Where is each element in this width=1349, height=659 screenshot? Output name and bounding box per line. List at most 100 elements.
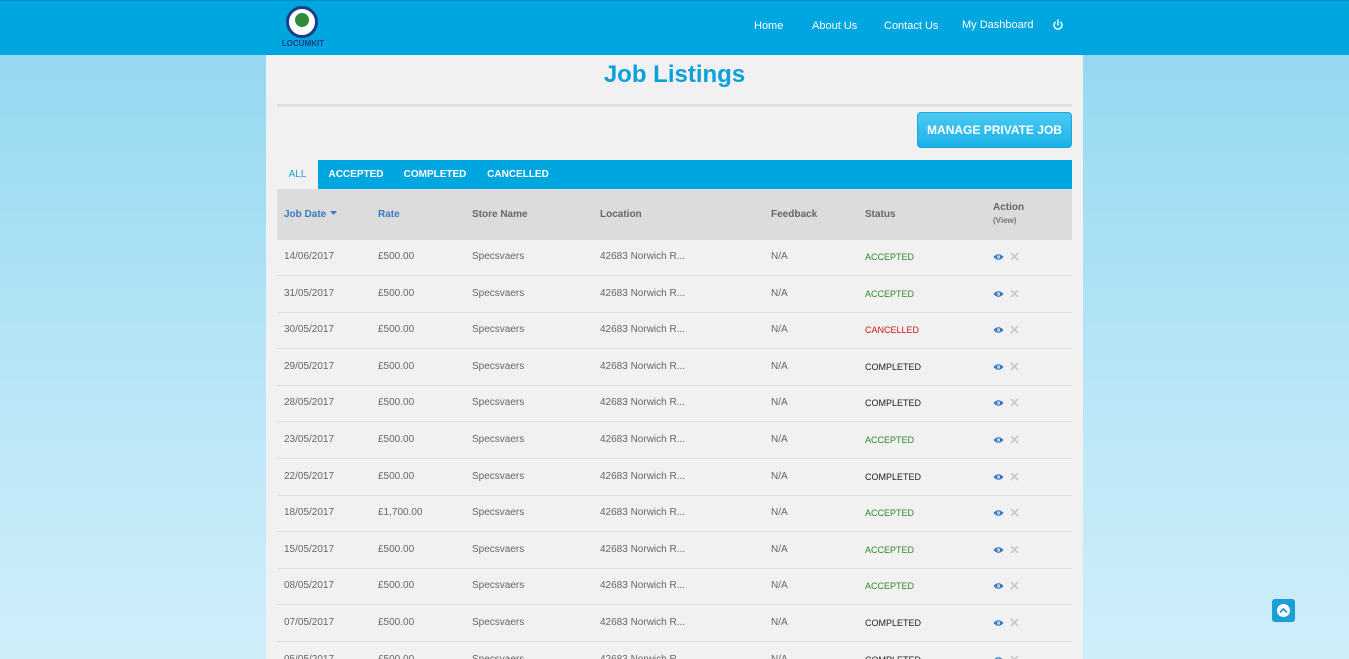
tab-completed[interactable]: COMPLETED — [401, 160, 469, 189]
eye-icon[interactable] — [993, 619, 1004, 627]
header-job-date-label: Job Date — [284, 209, 327, 220]
close-icon[interactable] — [1010, 545, 1019, 554]
cell-store-name: Specsvaers — [472, 360, 525, 372]
cell-location: 42683 Norwich R... — [600, 617, 686, 628]
header-job-date[interactable]: Job Date — [284, 209, 338, 220]
table-header: Job Date Rate Store Name Location Feedba… — [277, 189, 1072, 240]
close-icon[interactable] — [1010, 289, 1019, 298]
cell-store-name: Specsvaers — [472, 654, 524, 659]
cell-feedback: N/A — [771, 580, 788, 592]
cell-rate: £1,700.00 — [378, 507, 423, 519]
cell-store-name: Specsvaers — [472, 434, 525, 445]
cell-status: ACCEPTED — [865, 544, 915, 555]
eye-icon[interactable] — [993, 436, 1004, 444]
cell-job-date: 22/05/2017 — [284, 470, 335, 482]
cell-job-date: 14/06/2017 — [284, 251, 335, 262]
header-action-sub: (View) — [993, 216, 1017, 225]
nav-dashboard-link[interactable]: My Dashboard — [962, 19, 1034, 31]
cell-rate: £500.00 — [378, 360, 415, 372]
close-icon[interactable] — [1010, 252, 1019, 261]
tab-cancelled[interactable]: CANCELLED — [484, 160, 552, 189]
table-row: 28/05/2017 £500.00 Specsvaers 42683 Norwich… — [277, 386, 1072, 423]
nav-about-link[interactable]: About Us — [812, 20, 857, 32]
cell-rate: £500.00 — [378, 617, 415, 628]
cell-store-name: Specsvaers — [472, 287, 525, 299]
eye-icon[interactable] — [993, 582, 1004, 590]
close-icon[interactable] — [1010, 362, 1019, 371]
close-icon[interactable] — [1010, 398, 1019, 407]
nav-home-link[interactable]: Home — [754, 20, 783, 32]
cell-feedback: N/A — [771, 617, 788, 628]
eye-icon[interactable] — [993, 509, 1004, 517]
manage-private-job-button[interactable]: MANAGE PRIVATE JOB — [917, 112, 1072, 148]
close-icon[interactable] — [1010, 655, 1019, 659]
cell-status: ACCEPTED — [865, 435, 915, 445]
page-title: Job Listings — [603, 61, 746, 88]
close-icon[interactable] — [1010, 508, 1019, 517]
cell-job-date: 29/05/2017 — [284, 360, 335, 372]
eye-icon[interactable] — [993, 363, 1004, 371]
cell-job-date: 18/05/2017 — [284, 507, 335, 519]
header-rate[interactable]: Rate — [378, 209, 400, 220]
cell-job-date: 31/05/2017 — [284, 287, 335, 299]
table-row: 15/05/2017 £500.00 Specsvaers 42683 Norwich… — [277, 533, 1072, 569]
table-row: 07/05/2017 £500.00 Specsvaers 42683 Norwich… — [277, 606, 1072, 642]
status-tabs: ALL ACCEPTED COMPLETED CANCELLED — [277, 160, 1072, 189]
cell-status: COMPLETED — [865, 398, 922, 409]
cell-status: CANCELLED — [865, 325, 920, 336]
table-row: 22/05/2017 £500.00 Specsvaers 42683 Norwich… — [277, 460, 1072, 496]
tab-accepted[interactable]: ACCEPTED — [325, 160, 387, 189]
top-navbar: LOCUMKIT Home About Us Contact Us My Das… — [0, 0, 1349, 55]
title-divider — [277, 104, 1072, 107]
cell-job-date: 30/05/2017 — [284, 324, 335, 336]
eye-icon[interactable] — [993, 656, 1004, 659]
cell-rate: £500.00 — [378, 251, 415, 262]
close-icon[interactable] — [1010, 325, 1019, 334]
cell-feedback: N/A — [771, 470, 788, 482]
cell-status: ACCEPTED — [865, 288, 915, 299]
table-row: 05/05/2017 £500.00 Specsvaers 42683 Norwich… — [277, 643, 1072, 659]
cell-location: 42683 Norwich R... — [600, 434, 686, 445]
close-icon[interactable] — [1010, 618, 1019, 627]
power-icon[interactable] — [1052, 19, 1064, 31]
nav-contact-link[interactable]: Contact Us — [884, 20, 938, 32]
cell-feedback: N/A — [771, 397, 788, 409]
eye-icon[interactable] — [993, 546, 1004, 554]
cell-rate: £500.00 — [378, 287, 415, 299]
chevron-up-icon — [1279, 607, 1288, 613]
cell-feedback: N/A — [771, 287, 788, 299]
cell-job-date: 07/05/2017 — [284, 617, 335, 628]
tab-all[interactable]: ALL — [277, 160, 318, 189]
cell-job-date: 23/05/2017 — [284, 434, 335, 445]
cell-status: COMPLETED — [865, 655, 921, 659]
cell-location: 42683 Norwich R... — [600, 543, 686, 555]
cell-location: 42683 Norwich R... — [600, 507, 686, 519]
table-row: 23/05/2017 £500.00 Specsvaers 42683 Norwich… — [277, 423, 1072, 459]
cell-feedback: N/A — [771, 543, 788, 555]
eye-icon[interactable] — [993, 290, 1004, 298]
eye-icon[interactable] — [993, 326, 1004, 334]
sort-down-icon — [330, 211, 338, 215]
eye-icon[interactable] — [993, 473, 1004, 481]
table-row: 31/05/2017 £500.00 Specsvaers 42683 Norwich… — [277, 277, 1072, 313]
eye-icon[interactable] — [993, 253, 1004, 261]
scroll-to-top-button[interactable] — [1272, 599, 1295, 622]
cell-location: 42683 Norwich R... — [600, 251, 686, 262]
cell-store-name: Specsvaers — [472, 507, 525, 519]
brand-logo[interactable]: LOCUMKIT — [277, 5, 329, 51]
cell-location: 42683 Norwich R... — [600, 397, 686, 409]
close-icon[interactable] — [1010, 472, 1019, 481]
close-icon[interactable] — [1010, 581, 1019, 590]
cell-rate: £500.00 — [378, 543, 415, 555]
cell-store-name: Specsvaers — [472, 324, 525, 336]
cell-status: ACCEPTED — [865, 252, 915, 262]
cell-feedback: N/A — [771, 434, 788, 445]
cell-rate: £500.00 — [378, 580, 415, 592]
cell-job-date: 28/05/2017 — [284, 397, 335, 409]
close-icon[interactable] — [1010, 435, 1019, 444]
cell-location: 42683 Norwich R... — [600, 580, 686, 592]
eye-icon[interactable] — [993, 399, 1004, 407]
cell-feedback: N/A — [771, 360, 788, 372]
cell-job-date: 15/05/2017 — [284, 543, 335, 555]
cell-status: COMPLETED — [865, 618, 922, 628]
